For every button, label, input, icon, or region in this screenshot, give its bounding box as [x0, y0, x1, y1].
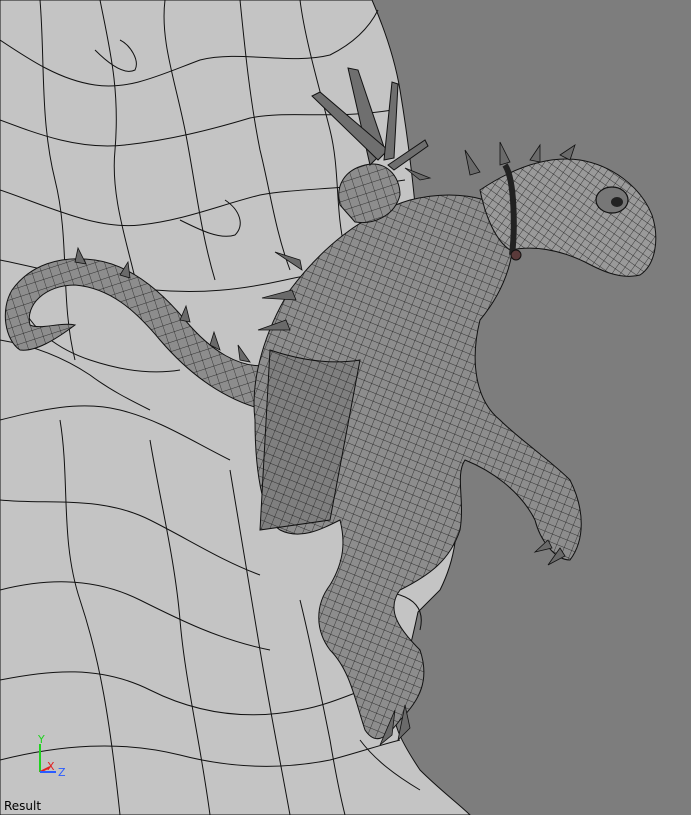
- x-axis-label: X: [47, 760, 55, 773]
- z-axis-label: Z: [58, 766, 66, 779]
- viewport-label: Result: [4, 799, 42, 813]
- 3d-viewport[interactable]: Y X Z Result: [0, 0, 691, 815]
- wireframe-scene[interactable]: [0, 0, 691, 815]
- axis-gizmo: Y X Z: [37, 733, 66, 779]
- y-axis-label: Y: [37, 733, 45, 746]
